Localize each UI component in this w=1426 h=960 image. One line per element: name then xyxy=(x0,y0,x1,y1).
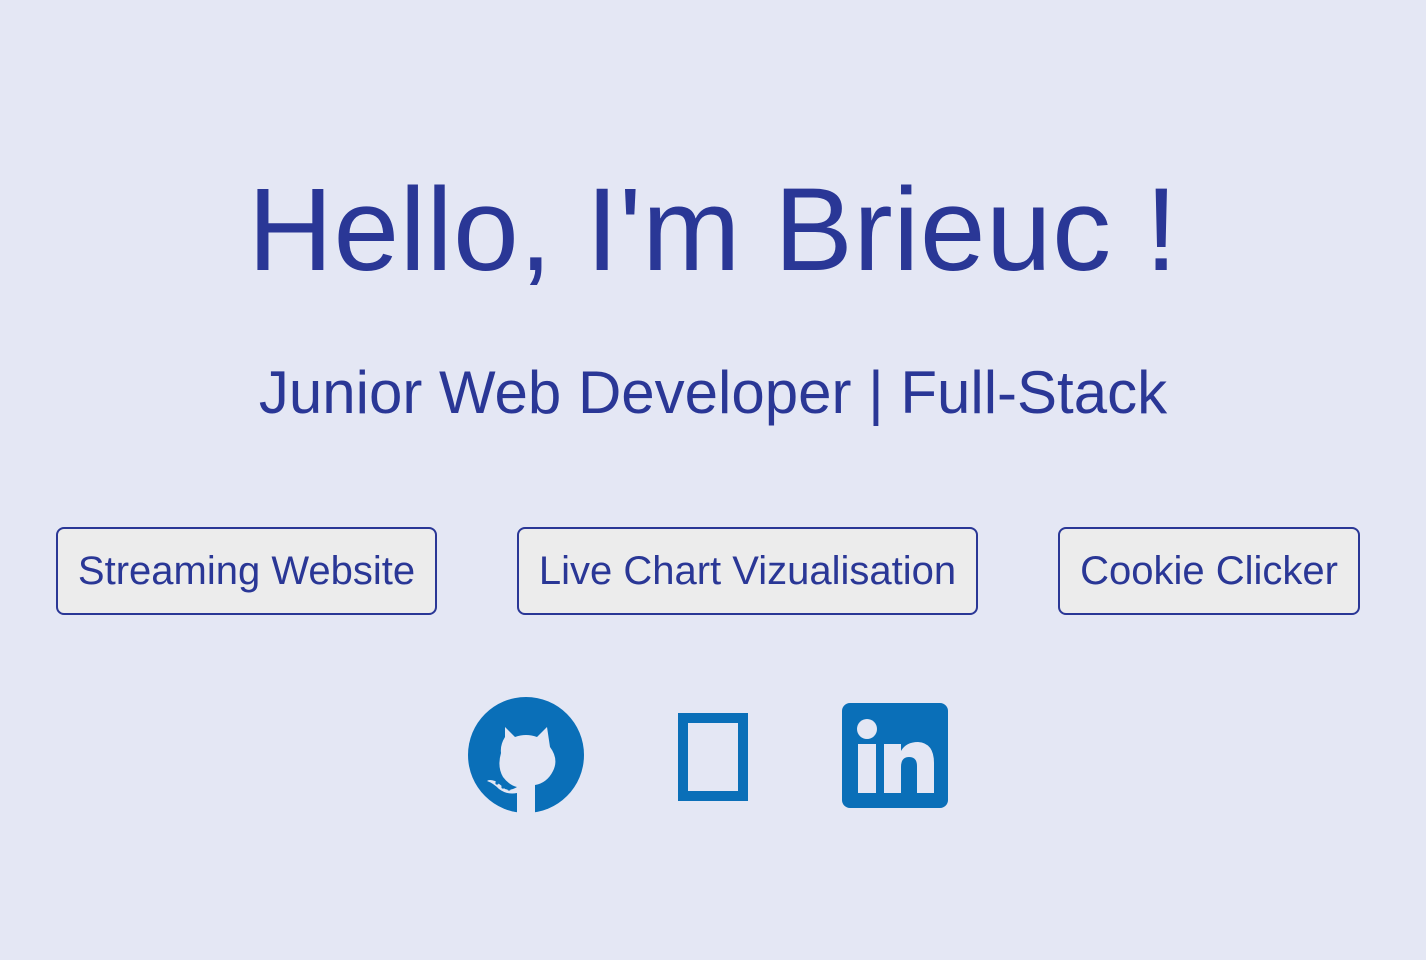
streaming-website-button[interactable]: Streaming Website xyxy=(56,527,437,615)
hero-title: Hello, I'm Brieuc ! xyxy=(247,164,1179,296)
linkedin-icon xyxy=(842,703,948,808)
live-chart-vizualisation-button[interactable]: Live Chart Vizualisation xyxy=(517,527,978,615)
cookie-clicker-button[interactable]: Cookie Clicker xyxy=(1058,527,1360,615)
missing-glyph-link[interactable] xyxy=(678,713,748,801)
missing-glyph-icon xyxy=(678,713,748,801)
linkedin-link[interactable] xyxy=(842,703,948,808)
hero-subtitle: Junior Web Developer | Full-Stack xyxy=(258,359,1168,426)
github-link[interactable] xyxy=(467,697,585,813)
github-icon xyxy=(468,697,584,813)
